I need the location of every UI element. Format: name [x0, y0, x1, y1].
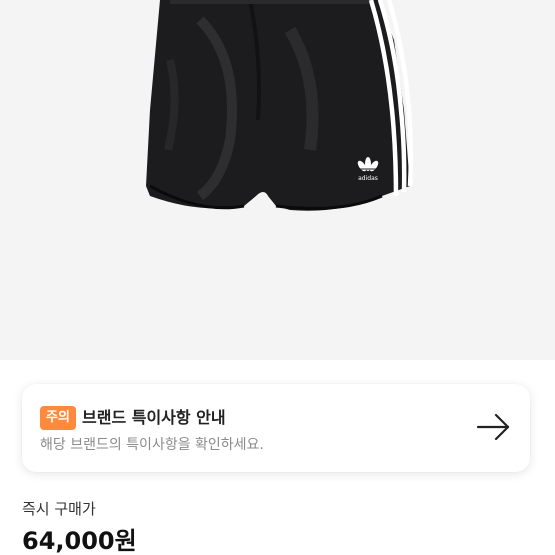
product-page: adidas 주의 브랜드 특이사항 안내 해당 브랜드의 특이사항을 확인하세… — [0, 0, 555, 555]
notice-badge: 주의 — [40, 406, 76, 430]
arrow-right-icon[interactable] — [474, 410, 514, 444]
brand-notice-card[interactable]: 주의 브랜드 특이사항 안내 해당 브랜드의 특이사항을 확인하세요. — [22, 384, 530, 472]
notice-description: 해당 브랜드의 특이사항을 확인하세요. — [40, 437, 264, 453]
adidas-logo-text: adidas — [358, 175, 378, 182]
shorts-illustration: adidas — [146, 0, 414, 211]
price-label: 즉시 구매가 — [22, 500, 96, 518]
notice-title: 브랜드 특이사항 안내 — [82, 408, 226, 427]
price-value: 64,000원 — [22, 527, 137, 555]
product-image[interactable]: adidas — [0, 0, 555, 360]
